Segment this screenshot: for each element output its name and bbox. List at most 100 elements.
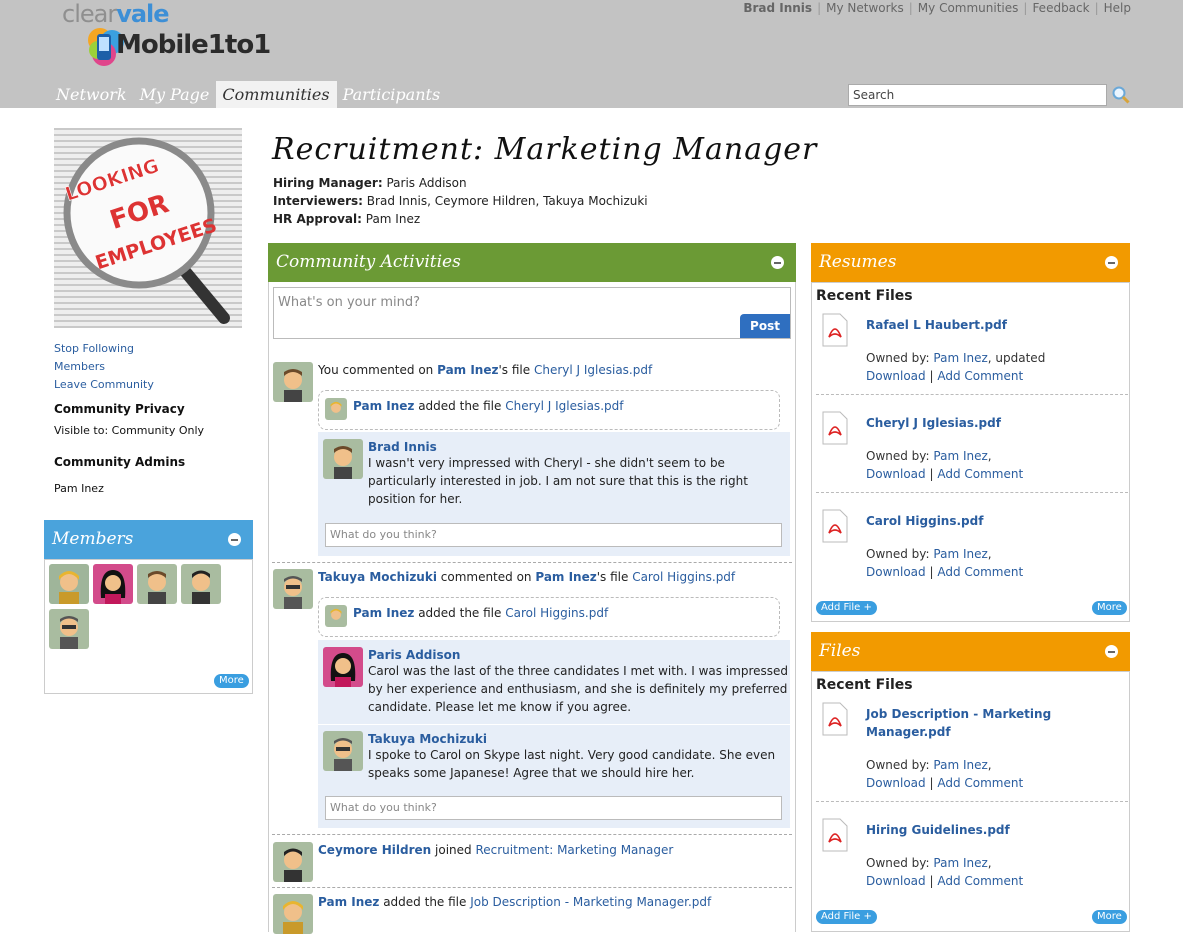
file-actions: Download | Add Comment (866, 776, 1024, 790)
download-link[interactable]: Download (866, 467, 926, 481)
community-link[interactable]: Recruitment: Marketing Manager (475, 843, 673, 857)
add-file-button[interactable]: Add File + (816, 910, 877, 924)
add-file-button[interactable]: Add File + (816, 601, 877, 615)
file-title-link[interactable]: Carol Higgins.pdf (866, 512, 983, 530)
file-title-link[interactable]: Hiring Guidelines.pdf (866, 821, 1010, 839)
feedback-link[interactable]: Feedback (1032, 1, 1089, 15)
resumes-title: Resumes (819, 252, 897, 272)
file-link[interactable]: Carol Higgins.pdf (632, 570, 735, 584)
pdf-icon (822, 818, 848, 852)
pdf-icon (822, 702, 848, 736)
user-avatar[interactable] (273, 362, 313, 402)
top-links: Brad Innis | My Networks | My Communities | Fe… (743, 1, 1131, 15)
activity-line: Takuya Mochizuki commented on Pam Inez's… (318, 570, 736, 584)
collapse-icon[interactable] (1105, 645, 1118, 658)
tab-my-page[interactable]: My Page (134, 81, 217, 108)
download-link[interactable]: Download (866, 874, 926, 888)
owner-link[interactable]: Pam Inez (437, 363, 498, 377)
member-avatar[interactable] (49, 564, 89, 604)
actor-link[interactable]: Ceymore Hildren (318, 843, 431, 857)
commenter-link[interactable]: Paris Addison (368, 648, 460, 662)
owner-link[interactable]: Pam Inez (933, 449, 987, 463)
file-owner-line: Owned by: Pam Inez, (866, 449, 992, 463)
members-more-button[interactable]: More (214, 674, 249, 688)
file-link[interactable]: Cheryl J Iglesias.pdf (505, 399, 623, 413)
file-link[interactable]: Cheryl J Iglesias.pdf (534, 363, 652, 377)
member-avatar[interactable] (181, 564, 221, 604)
user-avatar[interactable] (325, 398, 347, 420)
file-link[interactable]: Job Description - Marketing Manager.pdf (470, 895, 711, 909)
user-avatar[interactable] (323, 647, 363, 687)
main-nav: Network My Page Communities Participants (50, 81, 447, 108)
file-divider (816, 394, 1128, 395)
actor-link[interactable]: Pam Inez (353, 399, 414, 413)
owner-link[interactable]: Pam Inez (535, 570, 596, 584)
members-panel-header: Members (44, 520, 253, 559)
file-title-link[interactable]: Rafael L Haubert.pdf (866, 316, 1007, 334)
actor-link[interactable]: Pam Inez (318, 895, 379, 909)
file-added-line: Pam Inez added the file Carol Higgins.pd… (353, 606, 609, 620)
resumes-panel-header: Resumes (811, 243, 1130, 282)
actor-link[interactable]: Pam Inez (353, 606, 414, 620)
add-comment-link[interactable]: Add Comment (937, 369, 1023, 383)
user-avatar[interactable] (323, 731, 363, 771)
user-avatar[interactable] (325, 605, 347, 627)
members-title: Members (52, 529, 134, 549)
files-more-button[interactable]: More (1092, 910, 1127, 924)
owner-link[interactable]: Pam Inez (933, 758, 987, 772)
activity-line: Ceymore Hildren joined Recruitment: Mark… (318, 843, 674, 857)
current-user[interactable]: Brad Innis (743, 1, 812, 15)
post-button[interactable]: Post (740, 314, 790, 338)
download-link[interactable]: Download (866, 369, 926, 383)
clearvale-logo[interactable]: clearvale (62, 0, 170, 28)
member-avatar[interactable] (49, 609, 89, 649)
user-avatar[interactable] (273, 569, 313, 609)
comment-text: speaks some Japanese! Agree that we shou… (368, 766, 695, 780)
leave-community-link[interactable]: Leave Community (54, 378, 154, 391)
file-title-link[interactable]: Job Description - Marketing Manager.pdf (866, 705, 1051, 741)
tab-network[interactable]: Network (50, 81, 134, 108)
tab-participants[interactable]: Participants (337, 81, 448, 108)
commenter-link[interactable]: Brad Innis (368, 440, 437, 454)
hiring-manager-row: Hiring Manager: Paris Addison (273, 176, 467, 190)
admin-link[interactable]: Pam Inez (54, 482, 104, 495)
stop-following-link[interactable]: Stop Following (54, 342, 134, 355)
resumes-more-button[interactable]: More (1092, 601, 1127, 615)
member-avatar[interactable] (93, 564, 133, 604)
search-input[interactable]: Search (848, 84, 1107, 106)
search-icon[interactable] (1112, 86, 1130, 104)
member-avatar[interactable] (137, 564, 177, 604)
comment-input[interactable]: What do you think? (325, 796, 782, 820)
add-comment-link[interactable]: Add Comment (937, 565, 1023, 579)
owner-link[interactable]: Pam Inez (933, 351, 987, 365)
download-link[interactable]: Download (866, 565, 926, 579)
user-avatar[interactable] (323, 439, 363, 479)
collapse-icon[interactable] (1105, 256, 1118, 269)
members-link[interactable]: Members (54, 360, 105, 373)
community-image: LOOKING FOR EMPLOYEES (54, 128, 242, 328)
add-comment-link[interactable]: Add Comment (937, 776, 1023, 790)
file-title-link[interactable]: Cheryl J Iglesias.pdf (866, 414, 1001, 432)
my-networks-link[interactable]: My Networks (826, 1, 904, 15)
add-comment-link[interactable]: Add Comment (937, 467, 1023, 481)
user-avatar[interactable] (273, 842, 313, 882)
user-avatar[interactable] (273, 894, 313, 934)
my-communities-link[interactable]: My Communities (918, 1, 1019, 15)
privacy-heading: Community Privacy (54, 402, 185, 416)
owner-link[interactable]: Pam Inez (933, 547, 987, 561)
download-link[interactable]: Download (866, 776, 926, 790)
add-comment-link[interactable]: Add Comment (937, 874, 1023, 888)
commenter-link[interactable]: Takuya Mochizuki (368, 732, 487, 746)
collapse-icon[interactable] (771, 256, 784, 269)
tab-communities[interactable]: Communities (216, 81, 337, 108)
collapse-icon[interactable] (228, 533, 241, 546)
status-input[interactable]: What's on your mind? (273, 287, 791, 339)
comment-separator (318, 724, 790, 725)
files-panel-header: Files (811, 632, 1130, 671)
file-link[interactable]: Carol Higgins.pdf (505, 606, 608, 620)
mobile1to1-logo[interactable]: Mobile1to1 (116, 30, 271, 60)
help-link[interactable]: Help (1104, 1, 1131, 15)
actor-link[interactable]: Takuya Mochizuki (318, 570, 437, 584)
owner-link[interactable]: Pam Inez (933, 856, 987, 870)
comment-input[interactable]: What do you think? (325, 523, 782, 547)
